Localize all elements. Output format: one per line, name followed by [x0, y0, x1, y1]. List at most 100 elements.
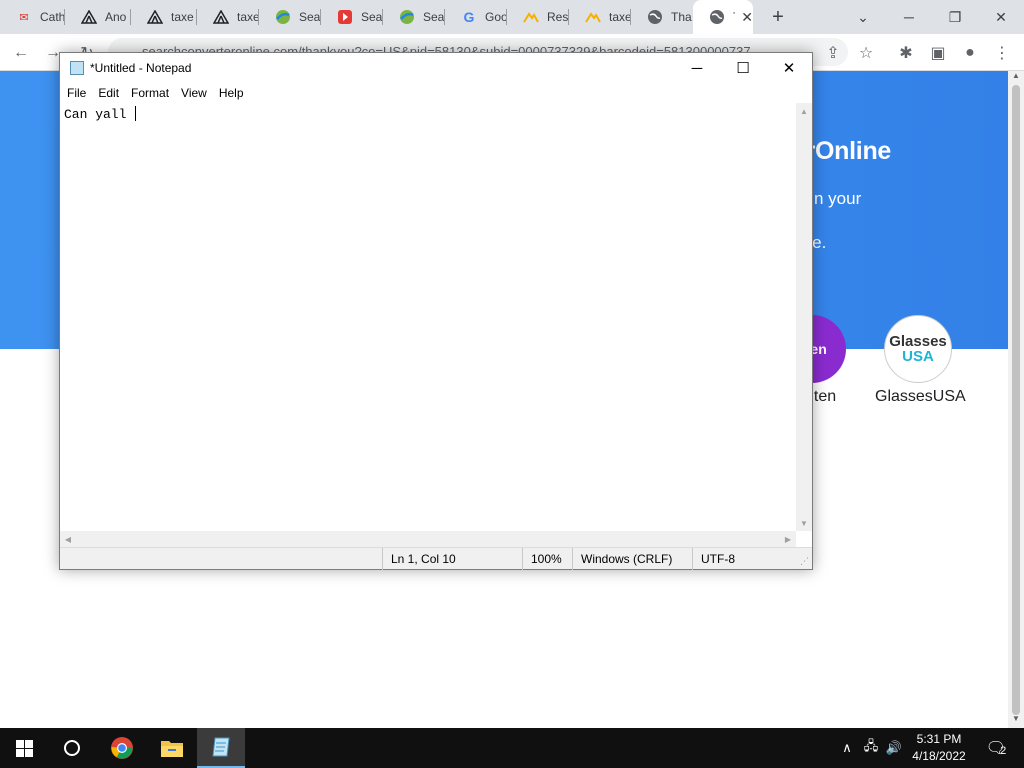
tab-1[interactable]: ✉ Cath	[0, 0, 65, 34]
menu-help[interactable]: Help	[214, 83, 249, 103]
tab-title: Cath	[40, 10, 65, 24]
notepad-text-area[interactable]: Can yall	[60, 103, 812, 547]
tab-title: taxe	[609, 10, 631, 24]
tab-3[interactable]: taxe	[131, 0, 197, 34]
maximize-button[interactable]: ☐	[720, 53, 766, 83]
chrome-icon	[111, 737, 133, 759]
taskbar-file-explorer[interactable]	[148, 728, 196, 768]
tab-12-active[interactable]: T ✕	[693, 0, 753, 34]
scroll-left-icon[interactable]: ◀	[60, 531, 76, 547]
tab-title: Goo	[485, 10, 507, 24]
scroll-up-icon[interactable]: ▲	[796, 103, 812, 119]
windows-icon	[15, 739, 33, 757]
close-browser-button[interactable]: ✕	[978, 0, 1024, 34]
show-hidden-icons-chevron-icon[interactable]: ∧	[838, 728, 856, 768]
play-shield-icon	[337, 9, 353, 25]
back-icon[interactable]: ←	[8, 40, 34, 66]
globe-leaf-icon	[399, 9, 415, 25]
menu-kebab-icon[interactable]: ⋮	[989, 40, 1015, 66]
system-clock[interactable]: 5:31 PM 4/18/2022	[906, 731, 972, 765]
line-ending: Windows (CRLF)	[572, 548, 692, 570]
notepad-statusbar: Ln 1, Col 10 100% Windows (CRLF) UTF-8 ⋰	[60, 547, 812, 570]
notepad-title: *Untitled - Notepad	[90, 61, 192, 75]
zoom-level: 100%	[522, 548, 572, 570]
tab-title: T	[733, 10, 735, 24]
extensions-icon[interactable]: ✱	[893, 40, 919, 66]
notepad-menubar: File Edit Format View Help	[60, 83, 812, 103]
notepad-titlebar[interactable]: *Untitled - Notepad ─ ☐ ✕	[60, 53, 812, 83]
tab-title: Sear	[299, 10, 321, 24]
new-tab-button[interactable]: +	[766, 5, 790, 29]
cursor-position: Ln 1, Col 10	[382, 548, 522, 570]
google-icon: G	[463, 9, 475, 25]
page-scrollbar[interactable]: ▲ ▼	[1008, 71, 1024, 728]
mountain-icon	[523, 9, 539, 25]
tab-search-icon[interactable]: ⌄	[840, 0, 886, 34]
minimize-button[interactable]: ─	[674, 53, 720, 83]
glassesusa-logo[interactable]: Glasses USA	[884, 315, 952, 383]
menu-format[interactable]: Format	[126, 83, 174, 103]
tab-11[interactable]: Tha	[631, 0, 693, 34]
tab-6[interactable]: Sear	[321, 0, 383, 34]
tab-10[interactable]: taxe	[569, 0, 631, 34]
taskbar-chrome[interactable]	[98, 728, 146, 768]
notepad-icon	[70, 61, 84, 75]
tent-icon	[147, 9, 163, 25]
tab-2[interactable]: Ano	[65, 0, 131, 34]
tab-title: Ano	[105, 10, 127, 24]
tab-8[interactable]: G Goo	[445, 0, 507, 34]
scroll-down-icon[interactable]: ▼	[796, 515, 812, 531]
taskbar-notepad[interactable]	[197, 728, 245, 768]
resize-grip-icon[interactable]: ⋰	[800, 556, 809, 567]
text-caret	[135, 106, 137, 121]
scroll-right-icon[interactable]: ▶	[780, 531, 796, 547]
minimize-browser-button[interactable]: ─	[886, 0, 932, 34]
mountain-icon	[585, 9, 601, 25]
tab-title: Tha	[671, 10, 692, 24]
scroll-down-icon[interactable]: ▼	[1008, 714, 1024, 728]
clock-date: 4/18/2022	[912, 749, 966, 763]
tab-7[interactable]: Sear	[383, 0, 445, 34]
globe-leaf-icon	[275, 9, 291, 25]
notification-count: 2	[1000, 745, 1007, 757]
mail-icon: ✉	[19, 11, 29, 24]
menu-edit[interactable]: Edit	[93, 83, 124, 103]
search-button[interactable]	[48, 728, 96, 768]
notepad-horizontal-scrollbar[interactable]: ◀ ▶	[60, 531, 796, 547]
clock-time: 5:31 PM	[916, 732, 962, 746]
tab-title: Resi	[547, 10, 569, 24]
tab-9[interactable]: Resi	[507, 0, 569, 34]
glassesusa-caption[interactable]: GlassesUSA	[875, 388, 966, 406]
bookmark-star-icon[interactable]: ☆	[853, 40, 879, 66]
folder-icon	[161, 741, 183, 757]
profile-avatar-icon[interactable]: ●	[957, 40, 983, 66]
start-button[interactable]	[0, 728, 48, 768]
tent-icon	[81, 9, 97, 25]
notepad-window: *Untitled - Notepad ─ ☐ ✕ File Edit Form…	[59, 52, 813, 570]
notepad-icon	[212, 737, 230, 757]
tab-title: Sear	[423, 10, 445, 24]
tent-icon	[213, 9, 229, 25]
scroll-up-icon[interactable]: ▲	[1008, 71, 1024, 85]
restore-browser-button[interactable]: ❐	[932, 0, 978, 34]
notifications-icon[interactable]: 🗨 2	[980, 728, 1012, 768]
tab-4[interactable]: taxe	[197, 0, 259, 34]
tab-strip: ✉ Cath Ano taxe taxe Sear Sear	[0, 0, 1024, 34]
close-tab-icon[interactable]: ✕	[741, 9, 753, 26]
close-button[interactable]: ✕	[766, 53, 812, 83]
tab-5[interactable]: Sear	[259, 0, 321, 34]
tab-title: taxe	[171, 10, 194, 24]
volume-icon[interactable]: 🔊	[883, 728, 905, 768]
scroll-thumb[interactable]	[1012, 85, 1020, 715]
taskbar: ∧ 🖧 🔊 5:31 PM 4/18/2022 🗨 2	[0, 728, 1024, 768]
globe-icon	[647, 9, 663, 25]
tab-title: taxe	[237, 10, 259, 24]
network-icon[interactable]: 🖧	[860, 728, 882, 768]
share-icon[interactable]: ⇪	[820, 40, 846, 66]
menu-file[interactable]: File	[62, 83, 91, 103]
side-panel-icon[interactable]: ▣	[925, 40, 951, 66]
tab-title: Sear	[361, 10, 383, 24]
menu-view[interactable]: View	[176, 83, 212, 103]
globe-icon	[709, 9, 725, 25]
notepad-vertical-scrollbar[interactable]: ▲ ▼	[796, 103, 812, 531]
